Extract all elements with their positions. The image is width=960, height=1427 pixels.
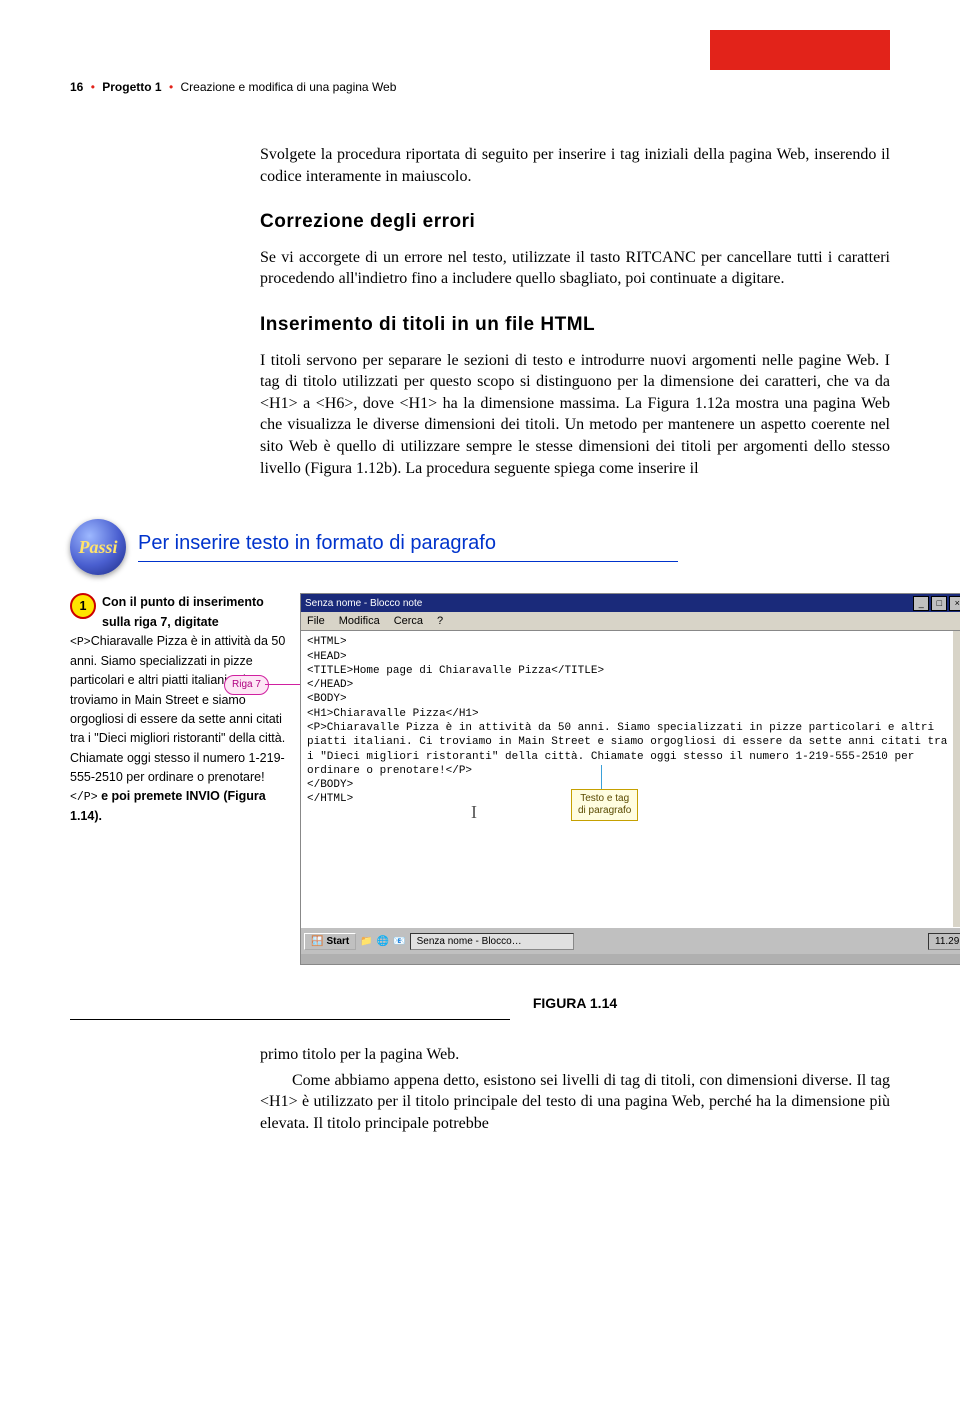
- text-cursor-icon: I: [471, 801, 477, 824]
- window-titlebar[interactable]: Senza nome - Blocco note _ □ ×: [301, 594, 960, 612]
- window-title: Senza nome - Blocco note: [305, 598, 422, 609]
- minimize-button[interactable]: _: [913, 596, 929, 611]
- brand-color-box: [710, 30, 890, 70]
- riga-callout: Riga 7: [224, 675, 269, 695]
- code-line: <HTML>: [307, 635, 947, 649]
- menu-bar: File Modifica Cerca ?: [301, 612, 960, 631]
- section-heading-titles: Inserimento di titoli in un file HTML: [260, 312, 890, 338]
- code-line: <BODY>: [307, 692, 947, 706]
- section-heading-errors: Correzione degli errori: [260, 209, 890, 235]
- passi-title: Per inserire testo in formato di paragra…: [138, 532, 678, 562]
- menu-edit[interactable]: Modifica: [339, 615, 380, 627]
- separator-dot: •: [91, 80, 95, 94]
- tray-time: 11.29: [935, 936, 959, 947]
- closing-paragraph-2: Come abbiamo appena detto, esistono sei …: [260, 1070, 890, 1135]
- taskbar: 🪟 Start 📁 🌐 📧 Senza nome - Blocco… 11.29: [301, 927, 960, 954]
- code-line: <TITLE>Home page di Chiaravalle Pizza</T…: [307, 664, 947, 678]
- separator-dot: •: [169, 80, 173, 94]
- titles-paragraph: I titoli servono per separare le sezioni…: [260, 350, 890, 480]
- step-number-badge: 1: [70, 593, 96, 619]
- callout-pointer: [601, 765, 602, 789]
- text-editor-area[interactable]: <HTML> <HEAD> <TITLE>Home page di Chiara…: [301, 631, 960, 927]
- intro-paragraph: Svolgete la procedura riportata di segui…: [260, 144, 890, 187]
- menu-search[interactable]: Cerca: [394, 615, 423, 627]
- code-line: ordinare o prenotare!</P>: [307, 764, 947, 778]
- code-line: <P>Chiaravalle Pizza è in attività da 50…: [307, 721, 947, 735]
- step-code-open: <P>: [70, 636, 91, 649]
- menu-file[interactable]: File: [307, 615, 325, 627]
- start-label: Start: [326, 936, 349, 947]
- quicklaunch-icon[interactable]: 📁: [360, 936, 372, 947]
- code-line: <H1>Chiaravalle Pizza</H1>: [307, 707, 947, 721]
- quicklaunch-icon[interactable]: 🌐: [377, 936, 389, 947]
- step-tail-bold: e poi premete: [98, 789, 186, 803]
- start-button[interactable]: 🪟 Start: [304, 933, 356, 950]
- errors-paragraph: Se vi accorgete di un errore nel testo, …: [260, 247, 890, 290]
- passi-badge: Passi: [70, 519, 126, 575]
- paragraph-callout: Testo e tag di paragrafo: [571, 789, 638, 821]
- running-header: 16 • Progetto 1 • Creazione e modifica d…: [70, 80, 890, 94]
- step-key: INVIO: [186, 789, 220, 803]
- close-button[interactable]: ×: [949, 596, 960, 611]
- code-line: </HEAD>: [307, 678, 947, 692]
- code-line: <HEAD>: [307, 650, 947, 664]
- project-label: Progetto 1: [102, 80, 161, 94]
- task-label: Senza nome - Blocco…: [417, 936, 522, 947]
- chapter-title: Creazione e modifica di una pagina Web: [180, 80, 396, 94]
- system-tray[interactable]: 11.29: [928, 933, 960, 950]
- page-number: 16: [70, 80, 83, 94]
- taskbar-task[interactable]: Senza nome - Blocco…: [410, 933, 574, 950]
- closing-paragraph-1: primo titolo per la pagina Web.: [260, 1044, 890, 1066]
- quicklaunch-icon[interactable]: 📧: [393, 936, 405, 947]
- figure-caption: FIGURA 1.14: [260, 995, 890, 1011]
- figure-rule: [70, 1019, 510, 1020]
- windows-icon: 🪟: [311, 936, 323, 947]
- code-line: i "Dieci migliori ristoranti" della citt…: [307, 750, 947, 764]
- step-lead: Con il punto di inserimento sulla riga 7…: [102, 595, 264, 628]
- step-instructions: 1 Con il punto di inserimento sulla riga…: [70, 593, 300, 826]
- step-code-close: </P>: [70, 791, 98, 804]
- code-line: piatti italiani. Ci troviamo in Main Str…: [307, 735, 947, 749]
- menu-help[interactable]: ?: [437, 615, 443, 627]
- notepad-window: Senza nome - Blocco note _ □ × File Modi…: [300, 593, 960, 965]
- maximize-button[interactable]: □: [931, 596, 947, 611]
- step-body-text: Chiaravalle Pizza è in attività da 50 an…: [70, 634, 285, 784]
